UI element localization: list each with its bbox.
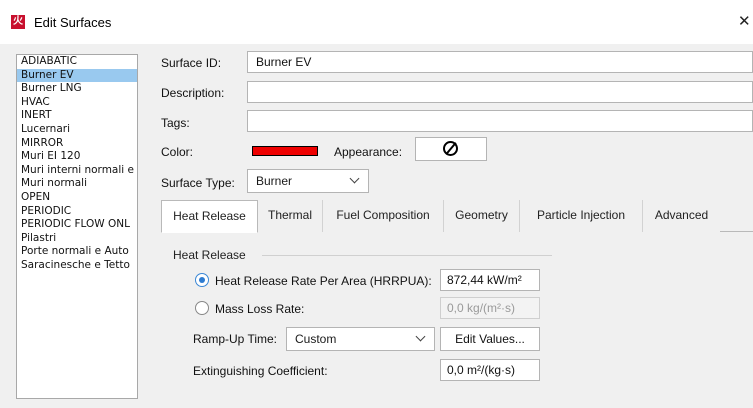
tags-label: Tags: (161, 116, 190, 130)
heat-release-panel (161, 233, 753, 408)
surface-id-field[interactable]: Burner EV (247, 51, 753, 73)
surface-list-item[interactable]: Lucernari (17, 123, 137, 137)
appearance-button[interactable] (415, 137, 487, 161)
surface-list-item[interactable]: PERIODIC FLOW ONL (17, 218, 137, 232)
surface-list-item[interactable]: Muri normali (17, 177, 137, 191)
surface-list-item[interactable]: Saracinesche e Tetto (17, 259, 137, 273)
surface-list-item[interactable]: MIRROR (17, 137, 137, 151)
group-divider (262, 255, 552, 256)
tab-advanced[interactable]: Advanced (643, 200, 720, 232)
surface-list-item[interactable]: PERIODIC (17, 205, 137, 219)
ramp-up-select[interactable]: Custom (286, 327, 435, 351)
surface-list-item[interactable]: Porte normali e Auto (17, 245, 137, 259)
app-logo-icon: 火 (11, 15, 25, 29)
description-field[interactable] (247, 81, 753, 103)
surface-list-item[interactable]: OPEN (17, 191, 137, 205)
tab-thermal[interactable]: Thermal (258, 200, 323, 232)
surface-list-item[interactable]: INERT (17, 109, 137, 123)
surface-list-item[interactable]: HVAC (17, 96, 137, 110)
surface-type-value: Burner (256, 174, 293, 188)
no-symbol-icon (443, 141, 458, 156)
surface-list-item[interactable]: Pilastri (17, 232, 137, 246)
hrrpua-label: Heat Release Rate Per Area (HRRPUA): (215, 274, 432, 288)
surface-list[interactable]: ADIABATIC Burner EV Burner LNG HVAC INERT Luc… (16, 54, 138, 399)
surface-type-label: Surface Type: (161, 176, 235, 190)
surface-list-item[interactable]: Muri interni normali e I (17, 164, 137, 178)
surface-list-item[interactable]: Burner LNG (17, 82, 137, 96)
tab-strip: Heat Release Thermal Fuel Composition Ge… (161, 200, 753, 233)
tab-particle-injection[interactable]: Particle Injection (520, 200, 643, 232)
extinguishing-field[interactable]: 0,0 m²/(kg·s) (440, 359, 540, 381)
close-icon[interactable]: ✕ (738, 12, 751, 30)
ramp-up-value: Custom (295, 332, 337, 346)
appearance-label: Appearance: (334, 145, 403, 159)
surface-id-label: Surface ID: (161, 56, 222, 70)
surface-list-item[interactable]: Muri EI 120 (17, 150, 137, 164)
hrrpua-radio[interactable] (195, 273, 209, 287)
surface-type-select[interactable]: Burner (247, 169, 369, 193)
mass-loss-label: Mass Loss Rate: (215, 302, 305, 316)
chevron-down-icon (415, 331, 426, 342)
chevron-down-icon (349, 173, 360, 184)
surface-list-item[interactable]: Burner EV (17, 68, 137, 83)
extinguishing-label: Extinguishing Coefficient: (193, 364, 328, 378)
hrrpua-field[interactable]: 872,44 kW/m² (440, 269, 540, 291)
edit-values-button[interactable]: Edit Values... (440, 327, 540, 351)
mass-loss-field[interactable]: 0,0 kg/(m²·s) (440, 297, 540, 319)
ramp-up-label: Ramp-Up Time: (193, 332, 278, 346)
description-label: Description: (161, 86, 225, 100)
window-title: Edit Surfaces (34, 15, 112, 30)
surface-list-item[interactable]: ADIABATIC (17, 55, 137, 69)
tab-fuel-composition[interactable]: Fuel Composition (323, 200, 444, 232)
heat-release-group-title: Heat Release (173, 248, 246, 262)
tab-geometry[interactable]: Geometry (444, 200, 520, 232)
tags-field[interactable] (247, 110, 753, 132)
title-bar: 火 Edit Surfaces ✕ (0, 0, 753, 44)
color-label: Color: (161, 145, 194, 159)
tab-heat-release[interactable]: Heat Release (161, 200, 258, 233)
mass-loss-radio[interactable] (195, 301, 209, 315)
color-swatch[interactable] (252, 146, 318, 156)
